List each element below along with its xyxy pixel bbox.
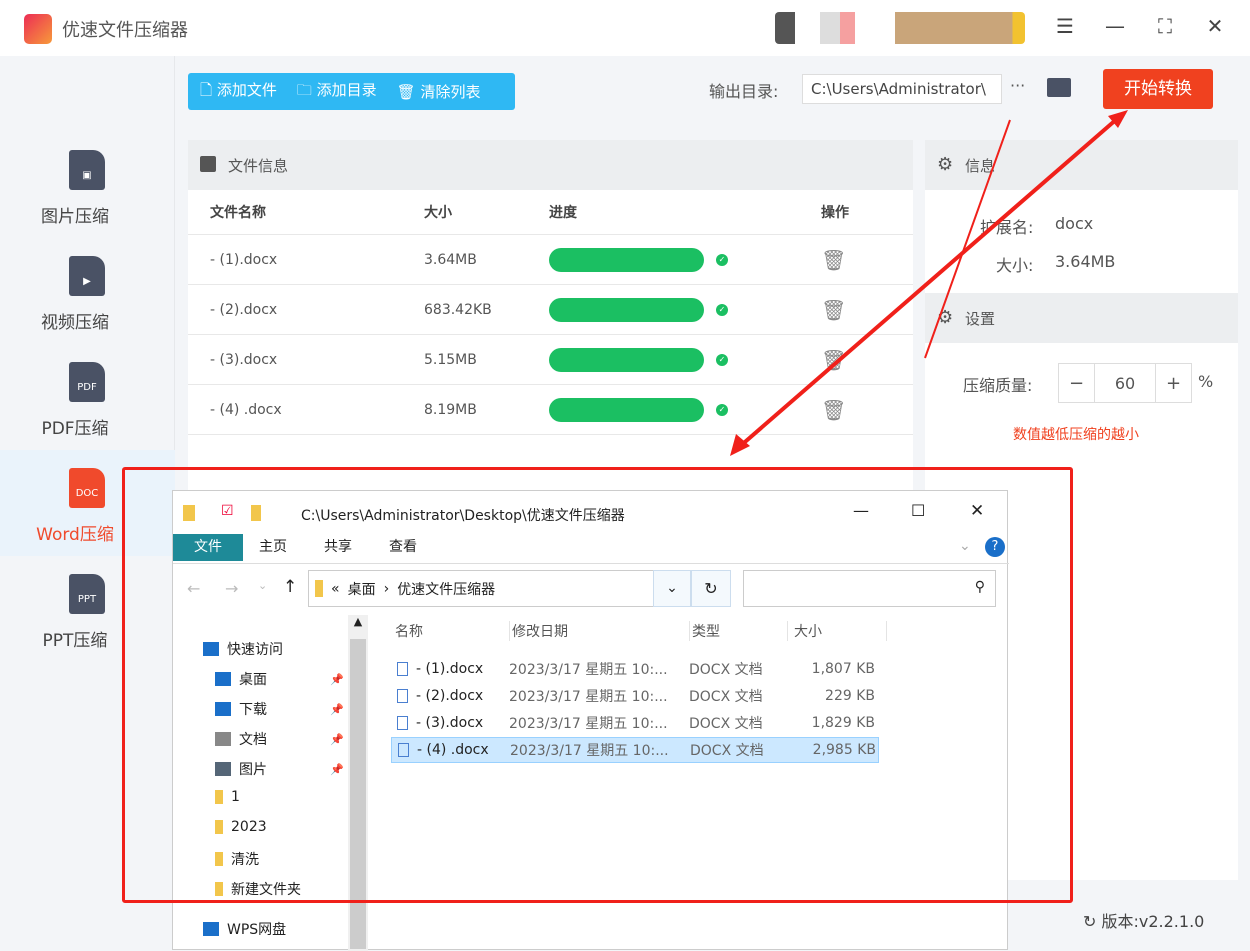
annotation-arrows: [730, 110, 1128, 456]
arrowhead: [730, 434, 750, 456]
annotation-line: [924, 119, 1011, 359]
annotation-arrow: [736, 116, 1120, 450]
